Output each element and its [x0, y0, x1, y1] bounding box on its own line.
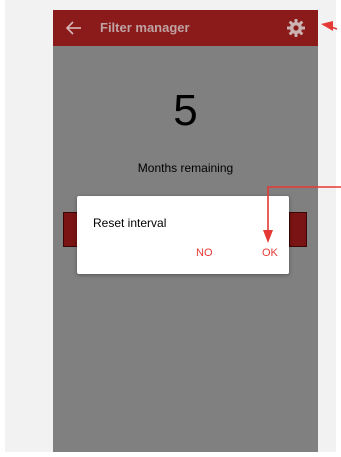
app-title: Filter manager	[100, 20, 190, 35]
no-button[interactable]: NO	[196, 247, 213, 259]
app-bar: Filter manager	[53, 10, 318, 46]
months-remaining-label: Months remaining	[137, 161, 234, 175]
background-button-right	[289, 212, 307, 247]
arrow-left-icon	[65, 21, 81, 35]
settings-button[interactable]	[286, 18, 306, 38]
ok-button[interactable]: OK	[262, 247, 278, 259]
app-screen: Filter manager 5 Months remaining Reset …	[53, 10, 318, 452]
back-button[interactable]	[63, 17, 85, 39]
reset-interval-dialog: Reset interval NO OK	[77, 196, 289, 274]
months-remaining-value: 5	[173, 86, 198, 135]
gear-icon	[287, 19, 305, 37]
dialog-title: Reset interval	[93, 216, 167, 230]
